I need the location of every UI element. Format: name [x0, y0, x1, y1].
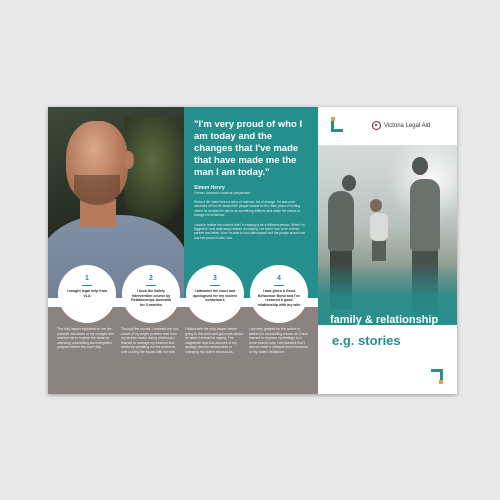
brand-logo: Victoria Legal Aid — [372, 121, 430, 130]
category-label: family & relationship — [330, 314, 439, 325]
step-number: 4 — [277, 275, 281, 282]
corner-bracket-icon — [331, 117, 343, 132]
step-circle-4: 4 I was given a Good Behaviour Bond and … — [250, 265, 308, 323]
corner-bracket-icon — [431, 369, 443, 384]
brand-mark-icon — [372, 121, 381, 130]
step-4-description: I am very grateful for the advice to att… — [249, 327, 308, 354]
family-photo: family & relationship — [318, 145, 457, 325]
step-number: 1 — [85, 275, 89, 282]
step-circle-1: 1 I sought legal help from VLA — [58, 265, 116, 323]
quote-attribution-role: Former domestic violence perpetrator — [194, 191, 251, 195]
cover-panel: Victoria Legal Aid family & relationship… — [318, 107, 457, 394]
step-2-description: Through the course, I realised the root … — [121, 327, 179, 354]
brochure-spread: "I'm very proud of who I am today and th… — [48, 107, 457, 394]
step-title: I was given a Good Behaviour Bond and I'… — [257, 289, 301, 307]
pull-quote: "I'm very proud of who I am today and th… — [194, 119, 303, 178]
step-title: I took the Safety Intervention course by… — [131, 289, 171, 307]
step-3-description: I talked with the duty lawyer before goi… — [185, 327, 244, 354]
step-number: 3 — [213, 275, 217, 282]
quote-body-paragraph-1: Simon's life hasn't been a story of viol… — [194, 200, 300, 218]
step-number: 2 — [149, 275, 153, 282]
step-1-description: The duty lawyer explained to me the poss… — [57, 327, 114, 350]
cover-heading: e.g. stories — [332, 333, 401, 348]
step-circle-3: 3 I attended the court and apologised fo… — [186, 265, 244, 323]
quote-body-paragraph-2: I want to realise the choices that I'm m… — [194, 222, 305, 240]
step-title: I sought legal help from VLA — [66, 289, 108, 298]
step-circle-2: 2 I took the Safety Intervention course … — [122, 265, 180, 323]
step-title: I attended the court and apologised for … — [193, 289, 237, 303]
brand-name: Victoria Legal Aid — [384, 122, 431, 129]
